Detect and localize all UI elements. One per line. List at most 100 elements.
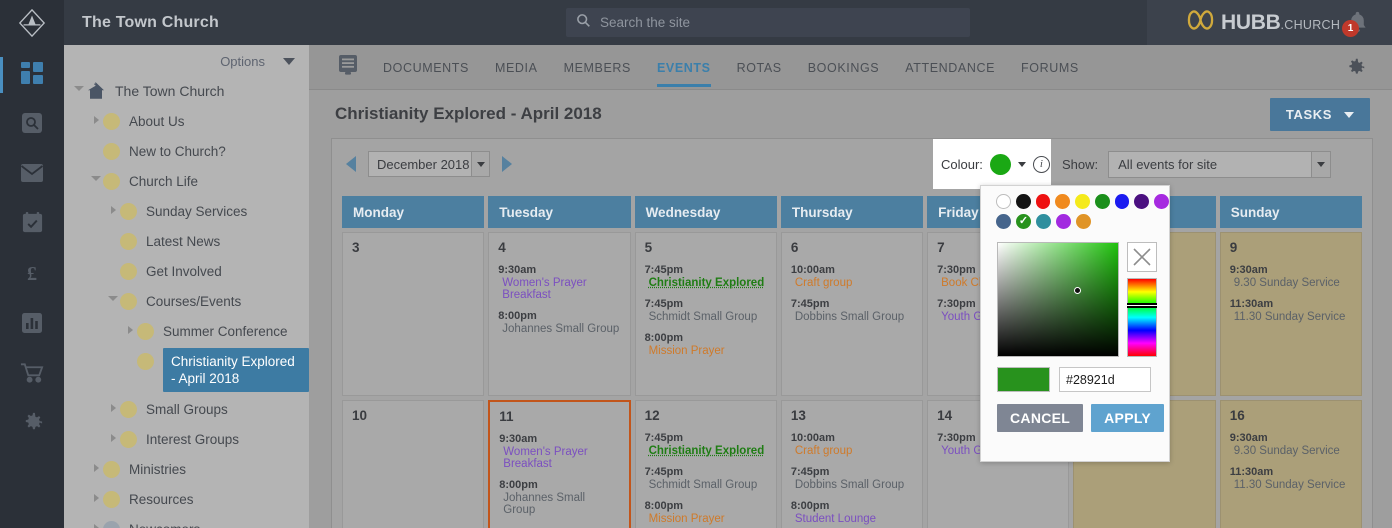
- calendar-day-cell[interactable]: 49:30amWomen's Prayer Breakfast8:00pmJoh…: [488, 232, 630, 396]
- tab-forums[interactable]: FORUMS: [1021, 48, 1079, 87]
- documents-page-icon[interactable]: [337, 54, 359, 81]
- tree-node[interactable]: Latest News: [64, 227, 309, 257]
- chevron-right-icon[interactable]: [106, 395, 120, 412]
- search-input[interactable]: [600, 15, 940, 30]
- gear-icon[interactable]: [1345, 57, 1366, 83]
- rail-item-reports[interactable]: [0, 305, 64, 345]
- calendar-event[interactable]: 9:30am9.30 Sunday Service: [1230, 432, 1352, 457]
- event-title[interactable]: 9.30 Sunday Service: [1234, 445, 1352, 457]
- tree-node[interactable]: Sunday Services: [64, 197, 309, 227]
- calendar-event[interactable]: 8:00pmJohannes Small Group: [498, 310, 620, 335]
- tree-node[interactable]: The Town Church: [64, 77, 309, 107]
- colour-swatch[interactable]: [996, 194, 1011, 209]
- tab-members[interactable]: MEMBERS: [564, 48, 631, 87]
- calendar-day-cell[interactable]: 169:30am9.30 Sunday Service11:30am11.30 …: [1220, 400, 1362, 528]
- tree-node[interactable]: Ministries: [64, 455, 309, 485]
- month-select[interactable]: December 2018: [368, 151, 490, 177]
- hex-input[interactable]: [1059, 367, 1151, 392]
- calendar-day-cell[interactable]: 119:30amWomen's Prayer Breakfast8:00pmJo…: [488, 400, 630, 528]
- calendar-event[interactable]: 7:45pmDobbins Small Group: [791, 298, 913, 323]
- calendar-event[interactable]: 10:00amCraft group: [791, 264, 913, 289]
- tree-node[interactable]: Church Life: [64, 167, 309, 197]
- event-title[interactable]: 9.30 Sunday Service: [1234, 277, 1352, 289]
- tree-node[interactable]: Get Involved: [64, 257, 309, 287]
- colour-swatch[interactable]: [1154, 194, 1169, 209]
- event-title[interactable]: Dobbins Small Group: [795, 479, 913, 491]
- colour-swatch[interactable]: [1076, 214, 1091, 229]
- tab-attendance[interactable]: ATTENDANCE: [905, 48, 995, 87]
- calendar-event[interactable]: 9:30amWomen's Prayer Breakfast: [498, 264, 620, 301]
- calendar-event[interactable]: 10:00amCraft group: [791, 432, 913, 457]
- event-title[interactable]: Christianity Explored: [649, 277, 767, 289]
- event-title[interactable]: Johannes Small Group: [503, 492, 619, 516]
- church-diamond-logo-icon[interactable]: [0, 0, 64, 45]
- event-title[interactable]: Schmidt Small Group: [649, 311, 767, 323]
- colour-swatch[interactable]: [1036, 194, 1051, 209]
- rail-item-giving[interactable]: £: [0, 255, 64, 295]
- calendar-event[interactable]: 8:00pmStudent Lounge: [791, 500, 913, 525]
- tasks-button[interactable]: TASKS: [1270, 98, 1370, 131]
- chevron-down-icon[interactable]: [106, 287, 120, 301]
- tree-node[interactable]: Resources: [64, 485, 309, 515]
- arrow-left-icon[interactable]: [346, 156, 356, 172]
- event-title[interactable]: Johannes Small Group: [502, 323, 620, 335]
- tree-node[interactable]: New to Church?: [64, 137, 309, 167]
- chevron-down-icon[interactable]: [72, 77, 86, 91]
- event-title[interactable]: Mission Prayer: [649, 345, 767, 357]
- calendar-day-cell[interactable]: 57:45pmChristianity Explored7:45pmSchmid…: [635, 232, 777, 396]
- arrow-right-icon[interactable]: [502, 156, 512, 172]
- tab-media[interactable]: MEDIA: [495, 48, 538, 87]
- info-circle-icon[interactable]: i: [1033, 156, 1050, 173]
- colour-swatch-button[interactable]: [990, 154, 1011, 175]
- calendar-event[interactable]: 8:00pmJohannes Small Group: [499, 479, 619, 516]
- colour-picker-popup[interactable]: ✓: [980, 185, 1170, 462]
- rail-item-search[interactable]: [0, 105, 64, 145]
- chevron-right-icon[interactable]: [106, 425, 120, 442]
- tree-node[interactable]: Newcomers: [64, 515, 309, 528]
- event-title[interactable]: Women's Prayer Breakfast: [503, 446, 619, 470]
- calendar-event[interactable]: 8:00pmMission Prayer: [645, 500, 767, 525]
- tab-events[interactable]: EVENTS: [657, 48, 711, 87]
- event-title[interactable]: Craft group: [795, 445, 913, 457]
- chevron-right-icon[interactable]: [89, 485, 103, 502]
- calendar-day-cell[interactable]: 3: [342, 232, 484, 396]
- event-title[interactable]: Women's Prayer Breakfast: [502, 277, 620, 301]
- calendar-day-cell[interactable]: 127:45pmChristianity Explored7:45pmSchmi…: [635, 400, 777, 528]
- rail-item-mail[interactable]: [0, 155, 64, 195]
- calendar-event[interactable]: 7:45pmSchmidt Small Group: [645, 466, 767, 491]
- colour-swatch[interactable]: [996, 214, 1011, 229]
- calendar-event[interactable]: 9:30am9.30 Sunday Service: [1230, 264, 1352, 289]
- calendar-event[interactable]: 8:00pmMission Prayer: [645, 332, 767, 357]
- event-title[interactable]: Student Lounge: [795, 513, 913, 525]
- chevron-down-icon[interactable]: [89, 167, 103, 181]
- apply-button[interactable]: APPLY: [1091, 404, 1164, 432]
- tree-node[interactable]: Interest Groups: [64, 425, 309, 455]
- rail-item-calendar[interactable]: [0, 205, 64, 245]
- tree-node[interactable]: Courses/Events: [64, 287, 309, 317]
- event-title[interactable]: 11.30 Sunday Service: [1234, 311, 1352, 323]
- rail-item-dashboard[interactable]: [0, 55, 64, 95]
- hue-slider[interactable]: [1127, 278, 1157, 357]
- colour-swatch[interactable]: [1036, 214, 1051, 229]
- tree-options-button[interactable]: Options: [64, 45, 309, 77]
- calendar-event[interactable]: 9:30amWomen's Prayer Breakfast: [499, 433, 619, 470]
- calendar-day-cell[interactable]: 99:30am9.30 Sunday Service11:30am11.30 S…: [1220, 232, 1362, 396]
- chevron-right-icon[interactable]: [89, 515, 103, 528]
- calendar-day-cell[interactable]: 1310:00amCraft group7:45pmDobbins Small …: [781, 400, 923, 528]
- colour-swatch[interactable]: [1055, 194, 1070, 209]
- event-title[interactable]: Craft group: [795, 277, 913, 289]
- event-title[interactable]: Mission Prayer: [649, 513, 767, 525]
- x-clear-icon[interactable]: [1127, 242, 1157, 272]
- calendar-event[interactable]: 11:30am11.30 Sunday Service: [1230, 466, 1352, 491]
- rail-item-settings[interactable]: [0, 405, 64, 445]
- colour-swatch[interactable]: [1056, 214, 1071, 229]
- colour-swatch[interactable]: [1134, 194, 1149, 209]
- colour-swatch[interactable]: ✓: [1016, 214, 1031, 229]
- calendar-event[interactable]: 7:45pmDobbins Small Group: [791, 466, 913, 491]
- cancel-button[interactable]: CANCEL: [997, 404, 1083, 432]
- colour-swatch[interactable]: [1016, 194, 1031, 209]
- tab-rotas[interactable]: ROTAS: [737, 48, 782, 87]
- saturation-value-field[interactable]: [997, 242, 1119, 357]
- chevron-right-icon[interactable]: [89, 455, 103, 472]
- site-search[interactable]: [566, 8, 970, 37]
